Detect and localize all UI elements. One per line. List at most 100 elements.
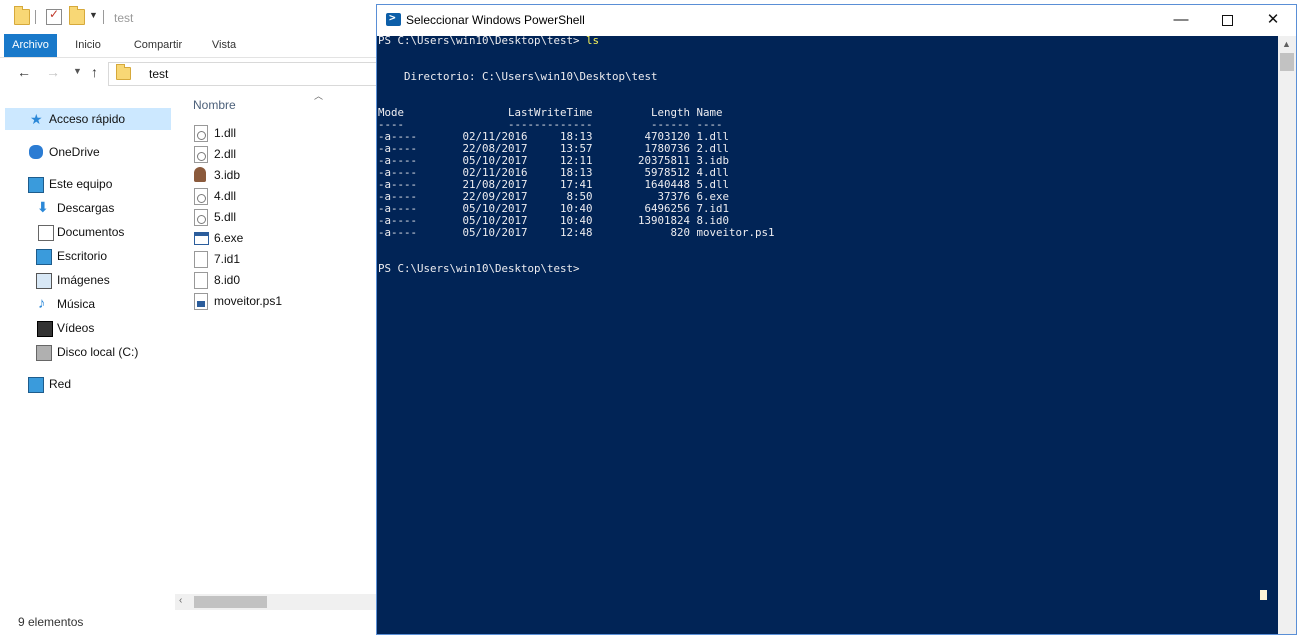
item-count: 9 elementos xyxy=(18,615,84,629)
sidebar-item-local-disk[interactable]: Disco local (C:) xyxy=(0,341,172,363)
video-film-icon xyxy=(37,321,53,337)
file-name: moveitor.ps1 xyxy=(214,294,283,308)
file-name: 7.id1 xyxy=(214,252,241,266)
music-note-icon: ♪ xyxy=(38,295,46,312)
star-icon: ★ xyxy=(30,111,43,127)
hard-drive-icon xyxy=(36,345,52,361)
minimize-button[interactable]: — xyxy=(1158,5,1204,36)
sidebar-item-quick-access[interactable]: ★ Acceso rápido xyxy=(5,108,171,130)
desktop-icon xyxy=(36,249,52,265)
file-list: ︿ Nombre 1.dll 2.dll 3.idb 4.dll 5.dll 6… xyxy=(175,89,375,594)
tab-compartir[interactable]: Compartir xyxy=(124,34,192,57)
file-name: 5.dll xyxy=(214,210,237,224)
powershell-window: Seleccionar Windows PowerShell — ✕ PS C:… xyxy=(376,4,1297,635)
list-item[interactable]: 1.dll xyxy=(194,123,364,143)
computer-icon xyxy=(28,177,44,193)
sidebar-item-this-pc[interactable]: Este equipo xyxy=(0,173,172,195)
tab-archivo[interactable]: Archivo xyxy=(4,34,57,57)
sidebar-item-pictures[interactable]: Imágenes xyxy=(0,269,172,291)
close-button[interactable]: ✕ xyxy=(1250,5,1296,36)
generic-file-icon xyxy=(194,251,208,268)
list-item[interactable]: 5.dll xyxy=(194,207,364,227)
maximize-button[interactable] xyxy=(1204,5,1250,36)
file-name: 2.dll xyxy=(214,147,237,161)
console-text: PS C:\Users\win10\Desktop\test> ls Direc… xyxy=(378,36,775,275)
powershell-icon[interactable] xyxy=(386,11,401,26)
sidebar-item-videos[interactable]: Vídeos xyxy=(0,317,172,339)
tab-vista[interactable]: Vista xyxy=(202,34,246,57)
sidebar-item-label: Disco local (C:) xyxy=(57,345,139,359)
scrollbar-thumb[interactable] xyxy=(1280,53,1294,71)
sidebar-item-documents[interactable]: Documentos xyxy=(0,221,172,243)
folder-icon[interactable] xyxy=(14,6,30,25)
download-arrow-icon: ⬇ xyxy=(37,199,49,215)
new-folder-icon[interactable] xyxy=(69,6,85,25)
sidebar-item-music[interactable]: ♪ Música xyxy=(0,293,172,315)
powershell-script-icon xyxy=(194,293,208,310)
list-item[interactable]: 8.id0 xyxy=(194,270,364,290)
navigation-pane: ★ Acceso rápido OneDrive Este equipo ⬇ D… xyxy=(0,95,174,605)
powershell-titlebar[interactable]: Seleccionar Windows PowerShell — ✕ xyxy=(377,5,1296,36)
sort-chevron-up-icon: ︿ xyxy=(314,91,324,101)
sidebar-item-label: Descargas xyxy=(57,201,115,215)
pictures-icon xyxy=(36,273,52,289)
list-item[interactable]: 2.dll xyxy=(194,144,364,164)
vertical-scrollbar[interactable]: ▲ xyxy=(1278,36,1296,634)
column-header-name[interactable]: Nombre xyxy=(193,98,236,112)
sidebar-item-label: Red xyxy=(49,377,72,391)
console-output[interactable]: PS C:\Users\win10\Desktop\test> ls Direc… xyxy=(377,36,1278,634)
scrollbar-thumb[interactable] xyxy=(194,596,267,608)
console-command: ls xyxy=(586,36,600,47)
dll-file-icon xyxy=(194,188,208,205)
file-name: 1.dll xyxy=(214,126,237,140)
sidebar-item-downloads[interactable]: ⬇ Descargas xyxy=(0,197,172,219)
customize-toolbar-dropdown-icon[interactable]: ▼ xyxy=(89,10,98,20)
list-item[interactable]: 7.id1 xyxy=(194,249,364,269)
folder-icon xyxy=(116,64,131,80)
sidebar-item-label: Este equipo xyxy=(49,177,113,191)
network-icon xyxy=(28,377,44,393)
sidebar-item-desktop[interactable]: Escritorio xyxy=(0,245,172,267)
sidebar-item-label: Documentos xyxy=(57,225,125,239)
divider xyxy=(103,10,104,24)
horizontal-scrollbar[interactable]: ‹ xyxy=(175,594,376,610)
scroll-left-arrow-icon[interactable]: ‹ xyxy=(179,595,182,606)
list-item[interactable]: moveitor.ps1 xyxy=(194,291,364,311)
sidebar-item-label: OneDrive xyxy=(49,145,100,159)
window-title: Seleccionar Windows PowerShell xyxy=(406,13,585,27)
recent-locations-chevron-icon[interactable]: ▼ xyxy=(73,66,82,76)
document-icon xyxy=(38,225,54,241)
cloud-icon xyxy=(29,145,43,159)
exe-file-icon xyxy=(194,232,209,245)
sidebar-item-network[interactable]: Red xyxy=(0,373,172,395)
list-item[interactable]: 3.idb xyxy=(194,165,364,185)
sidebar-item-label: Acceso rápido xyxy=(49,112,126,126)
dll-file-icon xyxy=(194,125,208,142)
sidebar-item-label: Vídeos xyxy=(57,321,95,335)
address-path[interactable]: test xyxy=(149,67,168,81)
maximize-icon xyxy=(1221,14,1233,26)
sidebar-item-label: Imágenes xyxy=(57,273,110,287)
sidebar-item-onedrive[interactable]: OneDrive xyxy=(0,141,172,163)
forward-arrow-icon[interactable]: → xyxy=(46,64,60,80)
back-arrow-icon[interactable]: ← xyxy=(17,64,31,80)
resize-grip[interactable] xyxy=(1260,590,1267,600)
scroll-up-arrow-icon[interactable]: ▲ xyxy=(1282,39,1291,49)
sidebar-item-label: Escritorio xyxy=(57,249,108,263)
background-strip xyxy=(0,633,376,639)
file-name: 8.id0 xyxy=(214,273,241,287)
properties-icon[interactable] xyxy=(46,7,62,25)
divider xyxy=(35,10,36,24)
sidebar-item-label: Música xyxy=(57,297,96,311)
window-title: test xyxy=(114,11,134,25)
ida-file-icon xyxy=(194,167,206,182)
dll-file-icon xyxy=(194,146,208,163)
list-item[interactable]: 4.dll xyxy=(194,186,364,206)
status-bar: 9 elementos xyxy=(0,611,376,633)
file-name: 3.idb xyxy=(214,168,241,182)
generic-file-icon xyxy=(194,272,208,289)
up-arrow-icon[interactable]: ↑ xyxy=(91,64,98,80)
dll-file-icon xyxy=(194,209,208,226)
tab-inicio[interactable]: Inicio xyxy=(64,34,112,57)
list-item[interactable]: 6.exe xyxy=(194,228,364,248)
